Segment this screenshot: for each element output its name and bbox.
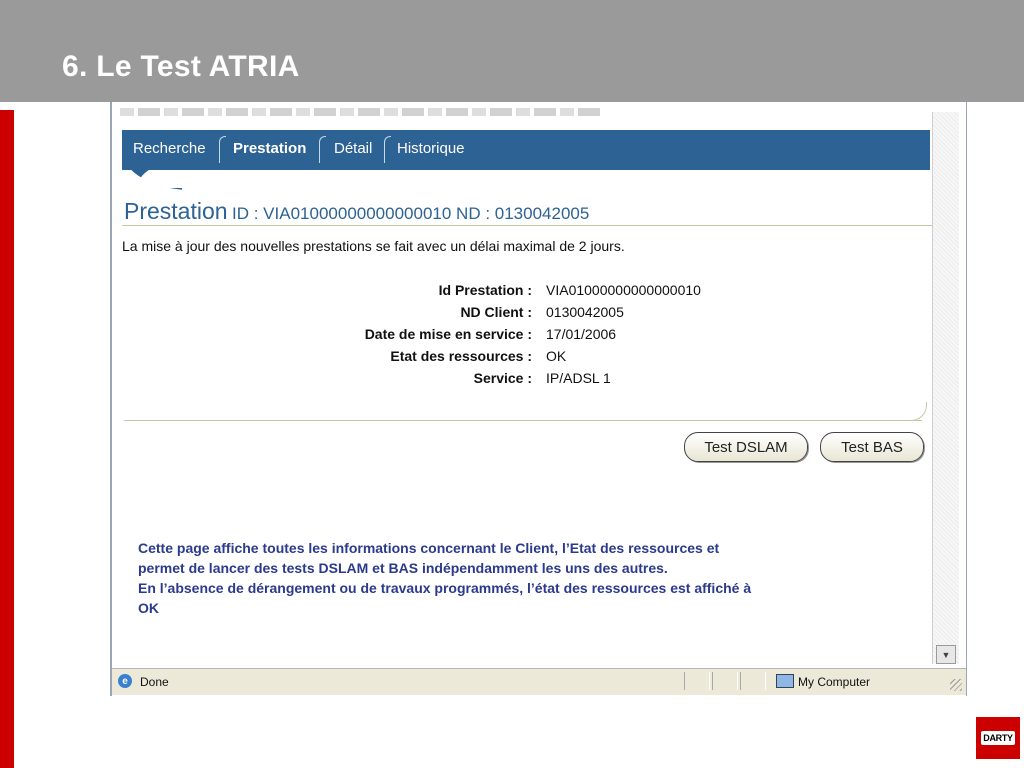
clipped-header-strip: [120, 108, 600, 116]
field-value-service: IP/ADSL 1: [546, 370, 611, 386]
page-done-icon: e: [118, 674, 132, 688]
security-zone-label: My Computer: [798, 675, 871, 689]
annotation-line: En l’absence de dérangement ou de travau…: [138, 580, 752, 596]
field-label-etat-ressources: Etat des ressources :: [390, 348, 532, 364]
slide-title: 6. Le Test ATRIA: [62, 50, 300, 83]
tab-separator: [384, 136, 391, 163]
browser-window: Recherche Prestation Détail Historique P…: [110, 102, 967, 696]
field-value-nd-client: 0130042005: [546, 304, 624, 320]
tab-separator: [319, 136, 326, 163]
annotation-line: OK: [138, 600, 159, 616]
page-title: Prestation ID : VIA01000000000000010 ND …: [124, 198, 589, 225]
field-value-id-prestation: VIA01000000000000010: [546, 282, 701, 298]
status-text: Done: [140, 675, 169, 689]
tab-prestation[interactable]: Prestation: [233, 140, 306, 157]
darty-logo-text: DARTY: [981, 731, 1015, 745]
tab-detail[interactable]: Détail: [334, 140, 372, 157]
annotation-line: permet de lancer des tests DSLAM et BAS …: [138, 560, 668, 576]
scroll-down-arrow-icon[interactable]: ▼: [936, 645, 956, 664]
tab-historique[interactable]: Historique: [397, 140, 465, 157]
field-value-etat-ressources: OK: [546, 348, 567, 364]
status-bar: e Done My Computer: [112, 668, 966, 695]
resize-grip-icon[interactable]: [950, 679, 962, 691]
status-pane: [712, 672, 738, 690]
darty-logo: DARTY: [976, 717, 1020, 759]
status-pane: [684, 672, 710, 690]
field-label-id-prestation: Id Prestation :: [438, 282, 532, 298]
divider-curve: [908, 402, 927, 421]
field-label-service: Service :: [473, 370, 532, 386]
field-label-date-mise-en-service: Date de mise en service :: [364, 326, 532, 342]
status-pane: [740, 672, 766, 690]
tab-separator: [219, 136, 226, 163]
field-value-date-mise-en-service: 17/01/2006: [546, 326, 617, 342]
content-divider: [124, 420, 922, 421]
slide-annotation: Cette page affiche toutes les informatio…: [138, 538, 898, 618]
computer-icon: [776, 674, 794, 688]
page-title-main: Prestation: [124, 198, 228, 224]
title-divider: [122, 225, 932, 226]
tab-recherche[interactable]: Recherche: [133, 140, 206, 157]
test-bas-button[interactable]: Test BAS: [820, 432, 924, 462]
test-dslam-button[interactable]: Test DSLAM: [684, 432, 808, 462]
page-title-ids: ID : VIA01000000000000010 ND : 013004200…: [232, 204, 590, 223]
red-accent-bar: [0, 110, 14, 768]
annotation-line: Cette page affiche toutes les informatio…: [138, 540, 720, 556]
nav-curve-decoration: [122, 170, 182, 190]
vertical-scrollbar[interactable]: [932, 112, 959, 664]
field-label-nd-client: ND Client :: [460, 304, 532, 320]
update-info-text: La mise à jour des nouvelles prestations…: [122, 238, 625, 254]
